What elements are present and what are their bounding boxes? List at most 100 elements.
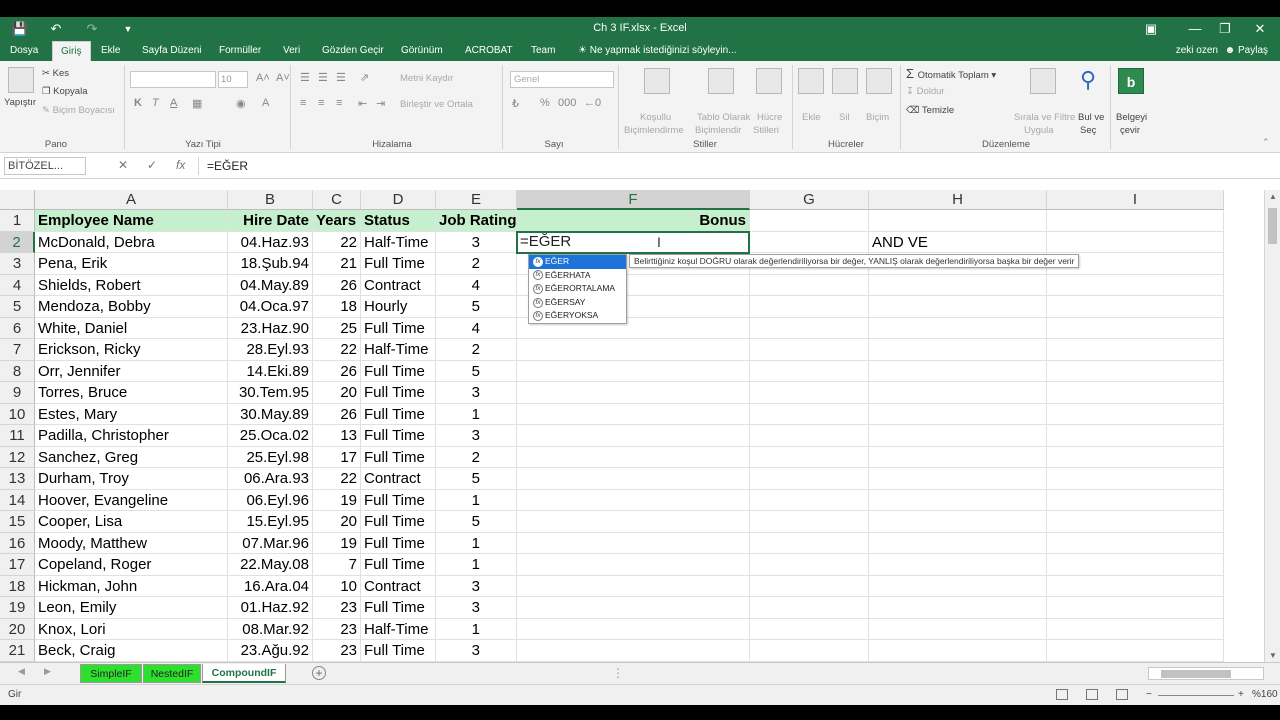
cell[interactable] bbox=[1047, 360, 1224, 382]
cell[interactable]: 14.Eki.89 bbox=[228, 360, 313, 382]
cell[interactable] bbox=[869, 489, 1047, 511]
format-painter-button[interactable]: ✎ Biçim Boyacısı bbox=[42, 105, 115, 116]
header-cell[interactable]: Status bbox=[361, 210, 436, 232]
cell-styles-label-2[interactable]: Stilleri bbox=[753, 125, 779, 136]
cell[interactable] bbox=[1047, 317, 1224, 339]
autocomplete-item[interactable]: fx EĞERSAY bbox=[529, 296, 626, 310]
cell[interactable]: Mendoza, Bobby bbox=[35, 296, 228, 318]
cell[interactable] bbox=[869, 403, 1047, 425]
cell[interactable] bbox=[869, 296, 1047, 318]
cell[interactable]: Erickson, Ricky bbox=[35, 339, 228, 361]
cell[interactable]: 07.Mar.96 bbox=[228, 532, 313, 554]
align-top-icon[interactable]: ☰ bbox=[300, 71, 310, 84]
format-cells-label[interactable]: Biçim bbox=[866, 112, 889, 123]
cell[interactable]: 23 bbox=[313, 597, 361, 619]
horizontal-scroll-thumb[interactable] bbox=[1161, 670, 1231, 678]
cell[interactable]: 01.Haz.92 bbox=[228, 597, 313, 619]
magnifier-icon[interactable]: ⚲ bbox=[1080, 67, 1096, 93]
cell[interactable]: White, Daniel bbox=[35, 317, 228, 339]
tab-review[interactable]: Gözden Geçir bbox=[314, 41, 392, 61]
header-cell[interactable]: Job Rating bbox=[436, 210, 517, 232]
zoom-out-icon[interactable]: − bbox=[1146, 689, 1152, 700]
cell[interactable]: 19 bbox=[313, 489, 361, 511]
currency-icon[interactable]: ₺ bbox=[512, 97, 519, 110]
cell[interactable] bbox=[869, 360, 1047, 382]
bold-button[interactable]: K bbox=[134, 97, 142, 109]
cell[interactable]: 22 bbox=[313, 231, 361, 253]
collapse-ribbon-icon[interactable]: ⌃ bbox=[1262, 137, 1270, 148]
cell[interactable]: 25.Oca.02 bbox=[228, 425, 313, 447]
cell[interactable]: 23 bbox=[313, 618, 361, 640]
paste-label[interactable]: Yapıştır bbox=[4, 97, 36, 108]
cell[interactable] bbox=[517, 360, 750, 382]
cell[interactable] bbox=[1047, 597, 1224, 619]
sort-filter-icon[interactable] bbox=[1030, 68, 1056, 94]
font-size-input[interactable]: 10 bbox=[218, 71, 248, 88]
cell[interactable]: 1 bbox=[436, 554, 517, 576]
cell[interactable] bbox=[1047, 425, 1224, 447]
cell[interactable] bbox=[517, 339, 750, 361]
conditional-formatting-label-2[interactable]: Biçimlendirme bbox=[624, 125, 684, 136]
cell[interactable]: Moody, Matthew bbox=[35, 532, 228, 554]
header-cell[interactable]: Bonus bbox=[517, 210, 750, 232]
sheet-tab-nestedif[interactable]: NestedIF bbox=[143, 664, 201, 683]
cell[interactable]: 13 bbox=[313, 425, 361, 447]
cell[interactable]: 4 bbox=[436, 317, 517, 339]
delete-cells-label[interactable]: Sil bbox=[839, 112, 850, 123]
header-cell[interactable]: Employee Name bbox=[35, 210, 228, 232]
cell[interactable]: 22.May.08 bbox=[228, 554, 313, 576]
zoom-slider[interactable] bbox=[1158, 695, 1234, 696]
cell[interactable]: 7 bbox=[313, 554, 361, 576]
cell[interactable]: 26 bbox=[313, 403, 361, 425]
cell[interactable] bbox=[869, 640, 1047, 662]
format-as-table-label-1[interactable]: Tablo Olarak bbox=[697, 112, 750, 123]
tab-team[interactable]: Team bbox=[523, 41, 563, 61]
format-as-table-label-2[interactable]: Biçimlendir bbox=[695, 125, 741, 136]
cell[interactable]: 5 bbox=[436, 360, 517, 382]
row-header[interactable]: 19 bbox=[0, 597, 35, 619]
cell[interactable]: Copeland, Roger bbox=[35, 554, 228, 576]
cell[interactable]: Hoover, Evangeline bbox=[35, 489, 228, 511]
cell[interactable] bbox=[750, 554, 869, 576]
underline-button[interactable]: A bbox=[170, 97, 177, 109]
cell[interactable]: Contract bbox=[361, 274, 436, 296]
cell[interactable] bbox=[869, 575, 1047, 597]
format-cells-icon[interactable] bbox=[866, 68, 892, 94]
cell[interactable] bbox=[869, 511, 1047, 533]
cell[interactable]: Full Time bbox=[361, 597, 436, 619]
cell[interactable] bbox=[869, 532, 1047, 554]
tab-formulas[interactable]: Formüller bbox=[211, 41, 269, 61]
row-header[interactable]: 14 bbox=[0, 489, 35, 511]
cell[interactable] bbox=[750, 274, 869, 296]
cell[interactable] bbox=[517, 511, 750, 533]
cut-button[interactable]: ✂ Kes bbox=[42, 68, 69, 79]
cell[interactable]: 08.Mar.92 bbox=[228, 618, 313, 640]
conditional-formatting-icon[interactable] bbox=[644, 68, 670, 94]
cell[interactable]: Half-Time bbox=[361, 618, 436, 640]
wrap-text-button[interactable]: Metni Kaydır bbox=[400, 73, 453, 84]
header-cell[interactable]: Years bbox=[313, 210, 361, 232]
grow-font-icon[interactable]: A˄ bbox=[256, 72, 270, 84]
cell[interactable] bbox=[869, 339, 1047, 361]
cell[interactable]: 21 bbox=[313, 253, 361, 275]
prev-sheet-icon[interactable]: ◀ bbox=[18, 666, 25, 677]
cell[interactable]: Knox, Lori bbox=[35, 618, 228, 640]
cell[interactable] bbox=[750, 446, 869, 468]
cell[interactable] bbox=[750, 360, 869, 382]
sort-filter-label-2[interactable]: Uygula bbox=[1024, 125, 1054, 136]
cell[interactable]: 22 bbox=[313, 468, 361, 490]
cell[interactable]: 26 bbox=[313, 274, 361, 296]
cell[interactable] bbox=[1047, 296, 1224, 318]
cell[interactable]: Pena, Erik bbox=[35, 253, 228, 275]
cell[interactable] bbox=[869, 446, 1047, 468]
tab-home[interactable]: Giriş bbox=[52, 41, 91, 61]
cell[interactable]: 23 bbox=[313, 640, 361, 662]
horizontal-scrollbar[interactable] bbox=[1148, 667, 1264, 680]
cell[interactable]: 1 bbox=[436, 532, 517, 554]
cell[interactable] bbox=[869, 554, 1047, 576]
font-name-input[interactable] bbox=[130, 71, 216, 88]
cell[interactable] bbox=[750, 532, 869, 554]
cell[interactable] bbox=[517, 640, 750, 662]
cell[interactable]: 04.Oca.97 bbox=[228, 296, 313, 318]
cell-styles-label-1[interactable]: Hücre bbox=[757, 112, 782, 123]
